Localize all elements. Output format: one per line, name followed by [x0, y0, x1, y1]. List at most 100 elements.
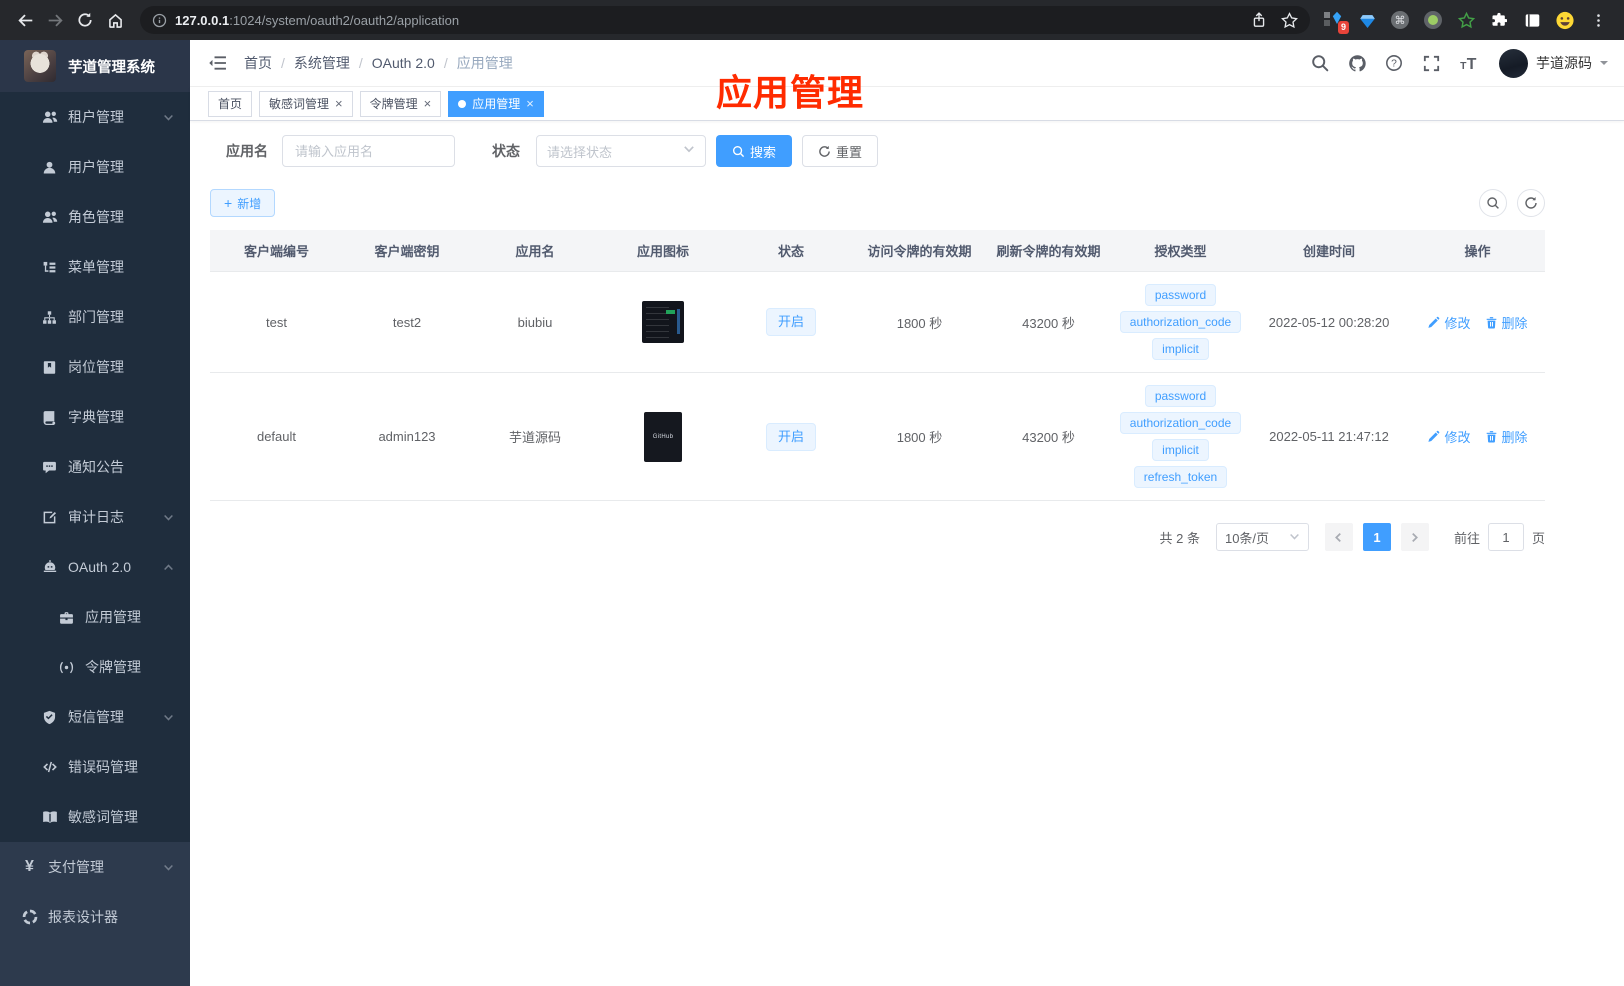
- sidebar-item[interactable]: 应用管理: [0, 592, 190, 642]
- forward-button[interactable]: [40, 5, 70, 35]
- breadcrumb-item[interactable]: 首页: [244, 53, 272, 73]
- extension-command-icon[interactable]: ⌘: [1390, 10, 1410, 30]
- menu-item-label: 审计日志: [68, 509, 124, 525]
- sidebar-item[interactable]: 用户管理: [0, 142, 190, 192]
- delete-link[interactable]: 删除: [1485, 427, 1528, 446]
- reset-button[interactable]: 重置: [802, 135, 879, 167]
- table-header-row: 客户端编号 客户端密钥 应用名 应用图标 状态 访问令牌的有效期 刷新令牌的有效期 授权类型 创…: [210, 230, 1545, 272]
- user-avatar[interactable]: [1499, 48, 1528, 78]
- menu-item-label: 租户管理: [68, 109, 124, 125]
- app-name-input[interactable]: [282, 135, 455, 167]
- add-button[interactable]: + 新增: [210, 189, 276, 217]
- access-ttl-cell: 1800 秒: [896, 430, 943, 445]
- home-button[interactable]: [100, 5, 130, 35]
- page-content: 应用名 状态 请选择状态 搜索 重置: [190, 121, 1624, 551]
- extension-blue-diamond-icon[interactable]: 9: [1324, 10, 1349, 34]
- sidebar-item[interactable]: 短信管理: [0, 692, 190, 742]
- back-button[interactable]: [10, 5, 40, 35]
- grant-types-cell: password authorization_code implicit refres…: [1113, 385, 1248, 488]
- tab-close-icon[interactable]: ×: [526, 96, 534, 111]
- user-menu[interactable]: 芋道源码: [1499, 48, 1608, 78]
- fullscreen-icon[interactable]: [1421, 53, 1441, 73]
- tab-close-icon[interactable]: ×: [424, 96, 432, 111]
- breadcrumb-separator: /: [358, 55, 363, 71]
- sidebar-item[interactable]: 角色管理: [0, 192, 190, 242]
- next-page-button[interactable]: [1400, 523, 1429, 551]
- breadcrumb-item[interactable]: OAuth 2.0: [372, 55, 435, 71]
- menu-item-label: 错误码管理: [68, 759, 138, 775]
- current-page-button[interactable]: 1: [1362, 523, 1391, 551]
- tab-close-icon[interactable]: ×: [335, 96, 343, 111]
- sidebar-item[interactable]: 菜单管理: [0, 242, 190, 292]
- sidebar-item[interactable]: 岗位管理: [0, 342, 190, 392]
- url-text: 127.0.0.1:1024/system/oauth2/oauth2/appl…: [175, 13, 459, 28]
- sidebar-item[interactable]: 租户管理: [0, 92, 190, 142]
- menu-item-label: 报表设计器: [48, 909, 118, 925]
- menu-item-label: 岗位管理: [68, 359, 124, 375]
- breadcrumb-item[interactable]: 应用管理: [457, 53, 513, 73]
- reload-button[interactable]: [70, 5, 100, 35]
- browser-menu-icon[interactable]: [1588, 10, 1608, 30]
- pencil-icon: [1428, 316, 1440, 328]
- page-size-select[interactable]: 10条/页: [1215, 523, 1309, 551]
- menu-item-label: 用户管理: [68, 159, 124, 175]
- tab[interactable]: 敏感词管理 ×: [259, 90, 353, 117]
- sidebar-item[interactable]: 敏感词管理: [0, 792, 190, 842]
- hide-search-button[interactable]: [1479, 189, 1507, 217]
- tab[interactable]: 令牌管理 ×: [359, 90, 442, 117]
- menu-item-label: 通知公告: [68, 459, 124, 475]
- status-select[interactable]: 请选择状态: [536, 135, 706, 167]
- extension-sidebar-icon[interactable]: [1522, 10, 1542, 30]
- pagination: 共 2 条 10条/页 1 前往 页: [210, 523, 1545, 551]
- menu-item-icon: [41, 709, 58, 726]
- sidebar-item[interactable]: ¥ 支付管理: [0, 842, 190, 892]
- sidebar-item[interactable]: 部门管理: [0, 292, 190, 342]
- tab[interactable]: 应用管理 ×: [448, 90, 544, 117]
- edit-link[interactable]: 修改: [1427, 427, 1471, 446]
- username: 芋道源码: [1536, 55, 1592, 71]
- sidebar-item[interactable]: OAuth 2.0: [0, 542, 190, 592]
- extension-gem-icon[interactable]: [1357, 10, 1377, 30]
- breadcrumb-item[interactable]: 系统管理: [294, 53, 350, 73]
- grant-type-tag: refresh_token: [1133, 466, 1228, 488]
- tab[interactable]: 首页: [208, 90, 253, 117]
- table-row: default admin123 芋道源码 GitHub 开启 1800 秒 4…: [210, 373, 1545, 501]
- bookmark-star-icon[interactable]: [1281, 11, 1298, 29]
- share-icon[interactable]: [1251, 12, 1267, 28]
- sidebar-item[interactable]: 报表设计器: [0, 892, 190, 942]
- sidebar-item[interactable]: 审计日志: [0, 492, 190, 542]
- edit-link[interactable]: 修改: [1427, 313, 1471, 332]
- extension-star-icon[interactable]: [1456, 10, 1476, 30]
- font-size-icon[interactable]: TT: [1458, 53, 1478, 73]
- url-bar[interactable]: 127.0.0.1:1024/system/oauth2/oauth2/appl…: [140, 6, 1310, 34]
- github-icon[interactable]: [1347, 53, 1367, 73]
- pencil-icon: [1428, 430, 1440, 442]
- goto-page-input[interactable]: [1487, 523, 1524, 551]
- logo-bar: 芋道管理系统: [0, 40, 190, 92]
- created-cell: 2022-05-11 21:47:12: [1269, 429, 1389, 444]
- sidebar-collapse-icon[interactable]: [206, 52, 228, 74]
- caret-down-icon: [1600, 61, 1608, 69]
- svg-text:T: T: [1466, 55, 1476, 71]
- help-icon[interactable]: ?: [1384, 53, 1404, 73]
- profile-avatar-icon[interactable]: [1555, 10, 1575, 30]
- prev-page-button[interactable]: [1324, 523, 1353, 551]
- app-icon: GitHub: [644, 411, 682, 462]
- extension-puzzle-icon[interactable]: [1489, 10, 1509, 30]
- extension-record-icon[interactable]: [1423, 10, 1443, 30]
- search-icon[interactable]: [1310, 53, 1330, 73]
- refresh-button[interactable]: [1517, 189, 1545, 217]
- delete-link[interactable]: 删除: [1485, 313, 1528, 332]
- sidebar-item[interactable]: 通知公告: [0, 442, 190, 492]
- search-button[interactable]: 搜索: [716, 135, 793, 167]
- sidebar-item[interactable]: 字典管理: [0, 392, 190, 442]
- main-area: 首页 / 系统管理 / OAuth 2.0 / 应用管理 ? T T 芋道源码 …: [190, 40, 1624, 986]
- table-header-cell: 客户端编号: [243, 244, 309, 259]
- table-header-cell: 应用名: [515, 244, 555, 259]
- table-toolbar: + 新增: [210, 189, 1545, 217]
- sidebar-item[interactable]: 错误码管理: [0, 742, 190, 792]
- sidebar-item[interactable]: 令牌管理: [0, 642, 190, 692]
- annotation-overlay: 应用管理: [716, 72, 865, 113]
- site-info-icon[interactable]: [152, 13, 167, 28]
- menu-item-label: 支付管理: [48, 859, 104, 875]
